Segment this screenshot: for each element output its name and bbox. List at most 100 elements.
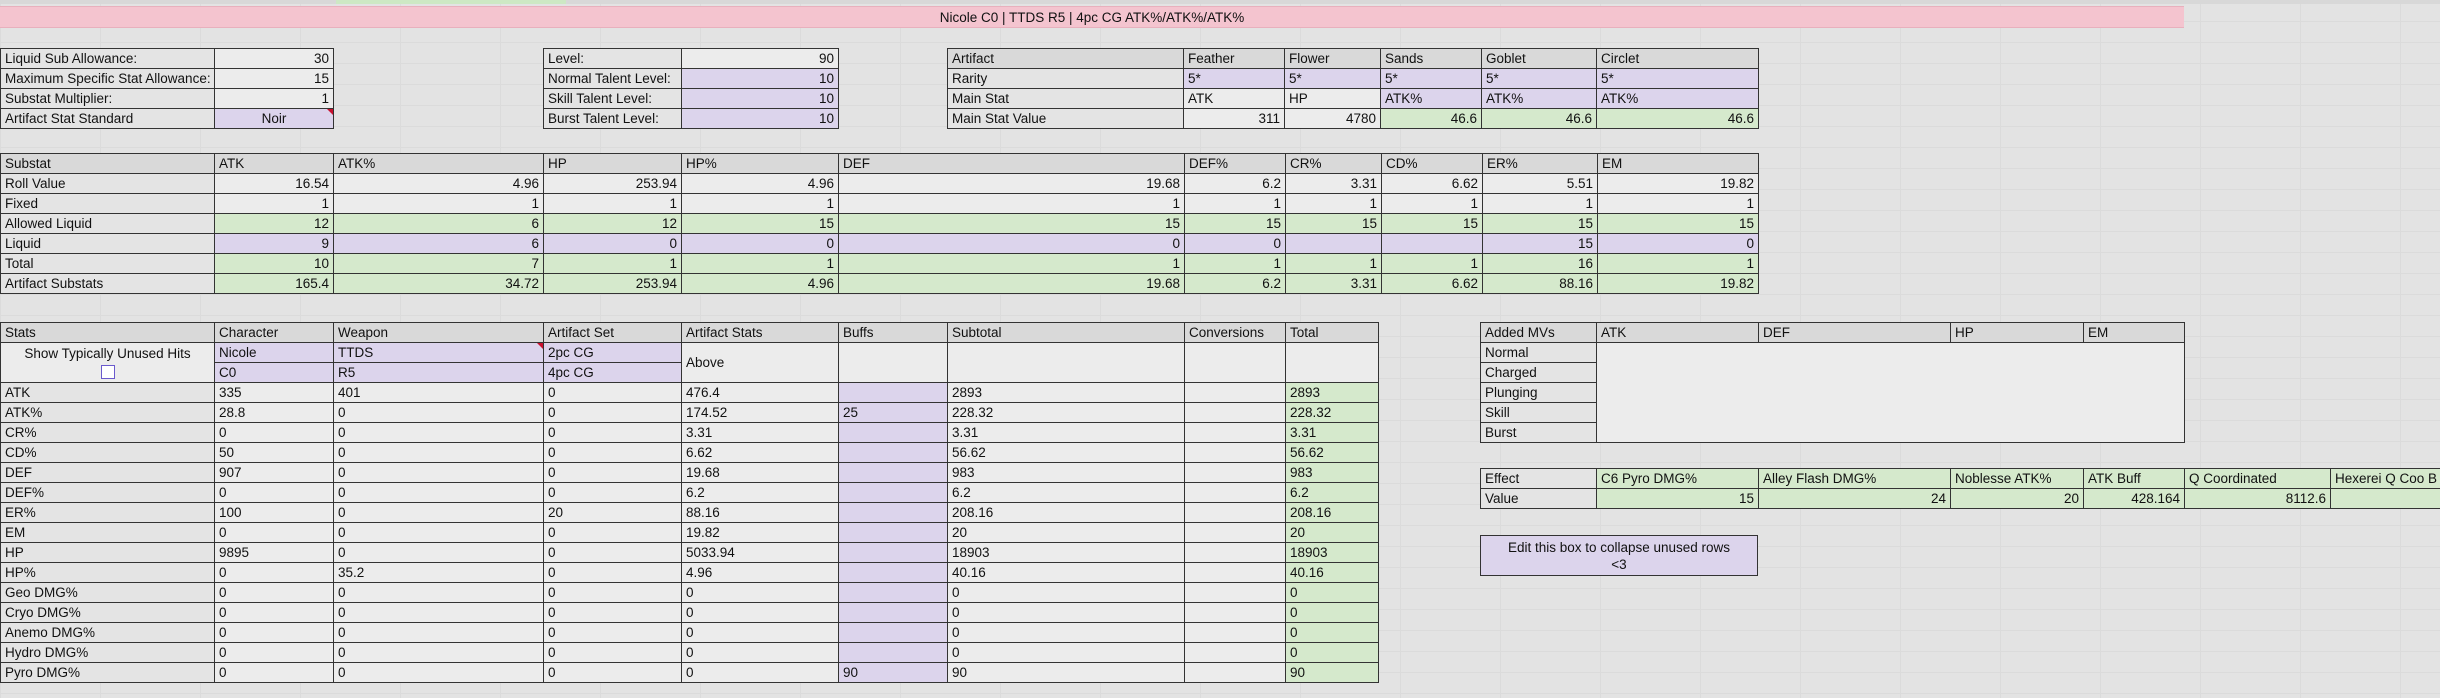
substat-cell: 1: [543, 193, 682, 214]
artifact-cell[interactable]: HP: [1284, 88, 1381, 109]
artifact-set-2-cell[interactable]: 4pc CG: [543, 362, 682, 383]
stats-weapon-cell: 0: [333, 402, 544, 423]
substat-cell[interactable]: 6: [333, 233, 544, 254]
stats-buffs-cell[interactable]: [838, 602, 948, 623]
artifact-cell[interactable]: ATK%: [1380, 88, 1482, 109]
artifact-cell[interactable]: 5*: [1183, 68, 1285, 89]
level-value[interactable]: 10: [681, 88, 839, 109]
substat-cell: 3.31: [1285, 173, 1382, 194]
artifact-cell[interactable]: 5*: [1481, 68, 1597, 89]
stats-buffs-cell[interactable]: [838, 482, 948, 503]
stats-buffs-cell[interactable]: [838, 622, 948, 643]
liquid-setting-row: Substat Multiplier: 1: [0, 88, 334, 109]
stats-conv-cell: [1184, 462, 1286, 483]
artifact-stats-note-cell: Above: [681, 342, 839, 383]
stats-set-cell: 20: [543, 502, 682, 523]
added-mvs-input-area[interactable]: [1596, 342, 2185, 443]
effect-value-cell: 8112.6: [2184, 488, 2331, 509]
artifact-cell[interactable]: 5*: [1380, 68, 1482, 89]
substat-cell: 253.94: [543, 273, 682, 294]
character-name-cell[interactable]: Nicole: [214, 342, 334, 363]
stats-row-label: CR%: [0, 422, 215, 443]
show-unused-hits-label: Show Typically Unused Hits: [24, 345, 191, 361]
stats-conv-cell: [1184, 662, 1286, 683]
artifact-cell[interactable]: ATK%: [1596, 88, 1759, 109]
stats-buffs-cell[interactable]: [838, 562, 948, 583]
substat-cell[interactable]: 0: [1597, 233, 1759, 254]
substat-cell[interactable]: 9: [214, 233, 334, 254]
artifact-row: Main Stat ATK HP ATK% ATK% ATK%: [947, 88, 1759, 109]
stats-buffs-cell[interactable]: 90: [838, 662, 948, 683]
stats-buffs-cell[interactable]: [838, 442, 948, 463]
substat-cell[interactable]: 0: [1184, 233, 1286, 254]
stats-buffs-cell[interactable]: [838, 642, 948, 663]
substat-cell: 1: [1285, 193, 1382, 214]
stats-weapon-cell: 35.2: [333, 562, 544, 583]
stats-buffs-cell[interactable]: [838, 522, 948, 543]
artifact-cell[interactable]: ATK: [1183, 88, 1285, 109]
stats-character-cell: 0: [214, 642, 334, 663]
buffs-blank-cell: [838, 342, 948, 383]
substat-cell[interactable]: 0: [543, 233, 682, 254]
substat-row: Allowed Liquid126121515151515151530: [0, 213, 1759, 234]
liquid-setting-value[interactable]: 1: [214, 88, 334, 109]
character-cons-cell[interactable]: C0: [214, 362, 334, 383]
liquid-setting-value[interactable]: 30: [214, 48, 334, 69]
substat-cell[interactable]: 0: [681, 233, 839, 254]
collapse-box-line1: Edit this box to collapse unused rows: [1507, 540, 1731, 555]
stats-buffs-cell[interactable]: 25: [838, 402, 948, 423]
stats-weapon-cell: 0: [333, 542, 544, 563]
liquid-setting-value[interactable]: 15: [214, 68, 334, 89]
substat-cell[interactable]: 0: [838, 233, 1185, 254]
effect-name-cell: Hexerei Q Coo B: [2330, 468, 2440, 489]
effect-value-cell: 24: [1758, 488, 1951, 509]
artifact-cell[interactable]: 5*: [1596, 68, 1759, 89]
substat-cell: 4.96: [333, 173, 544, 194]
artifact-cell[interactable]: 5*: [1284, 68, 1381, 89]
stats-weapon-cell: 0: [333, 422, 544, 443]
stats-buffs-cell[interactable]: [838, 502, 948, 523]
weapon-refine-cell[interactable]: R5: [333, 362, 544, 383]
substat-header: CD%: [1381, 153, 1483, 174]
level-value[interactable]: 90: [681, 48, 839, 69]
stats-row-label: EM: [0, 522, 215, 543]
added-mvs-row: Normal: [1480, 342, 2185, 443]
artifact-cell: 46.6: [1481, 108, 1597, 129]
level-label: Burst Talent Level:: [543, 108, 682, 129]
substat-cell: 1: [838, 253, 1185, 274]
substat-cell[interactable]: [1381, 233, 1483, 254]
substat-header: CR%: [1285, 153, 1382, 174]
substat-header: DEF%: [1184, 153, 1286, 174]
substat-cell: 6.62: [1381, 173, 1483, 194]
level-value[interactable]: 10: [681, 68, 839, 89]
stats-total-cell: 6.2: [1285, 482, 1379, 503]
artifact-header: Feather: [1183, 48, 1285, 69]
show-unused-hits-checkbox[interactable]: [100, 364, 115, 379]
substat-cell[interactable]: [1285, 233, 1382, 254]
stats-set-cell: 0: [543, 482, 682, 503]
collapse-rows-box[interactable]: Edit this box to collapse unused rows <3: [1480, 535, 1758, 576]
weapon-name-cell[interactable]: TTDS: [333, 342, 544, 363]
substat-cell[interactable]: 15: [1482, 233, 1598, 254]
level-value[interactable]: 10: [681, 108, 839, 129]
stats-buffs-cell[interactable]: [838, 422, 948, 443]
stats-character-cell: 28.8: [214, 402, 334, 423]
stats-buffs-cell[interactable]: [838, 542, 948, 563]
show-unused-hits-cell[interactable]: Show Typically Unused Hits: [0, 342, 215, 383]
effect-name-cell: Q Coordinated: [2184, 468, 2331, 489]
artifact-cell[interactable]: ATK%: [1481, 88, 1597, 109]
stats-conv-cell: [1184, 402, 1286, 423]
stats-buffs-cell[interactable]: [838, 382, 948, 403]
stats-buffs-cell[interactable]: [838, 582, 948, 603]
liquid-setting-value[interactable]: Noir: [214, 108, 334, 129]
stats-buffs-cell[interactable]: [838, 462, 948, 483]
stats-character-cell: 9895: [214, 542, 334, 563]
stats-artifact-cell: 88.16: [681, 502, 839, 523]
stats-character-cell: 0: [214, 422, 334, 443]
stats-conv-cell: [1184, 562, 1286, 583]
artifact-set-1-cell[interactable]: 2pc CG: [543, 342, 682, 363]
substat-cell: 1: [1381, 193, 1483, 214]
substat-cell: 1: [1184, 253, 1286, 274]
stats-row: ER% 100 0 20 88.16 208.16 208.16: [0, 502, 1379, 523]
stats-set-cell: 0: [543, 542, 682, 563]
